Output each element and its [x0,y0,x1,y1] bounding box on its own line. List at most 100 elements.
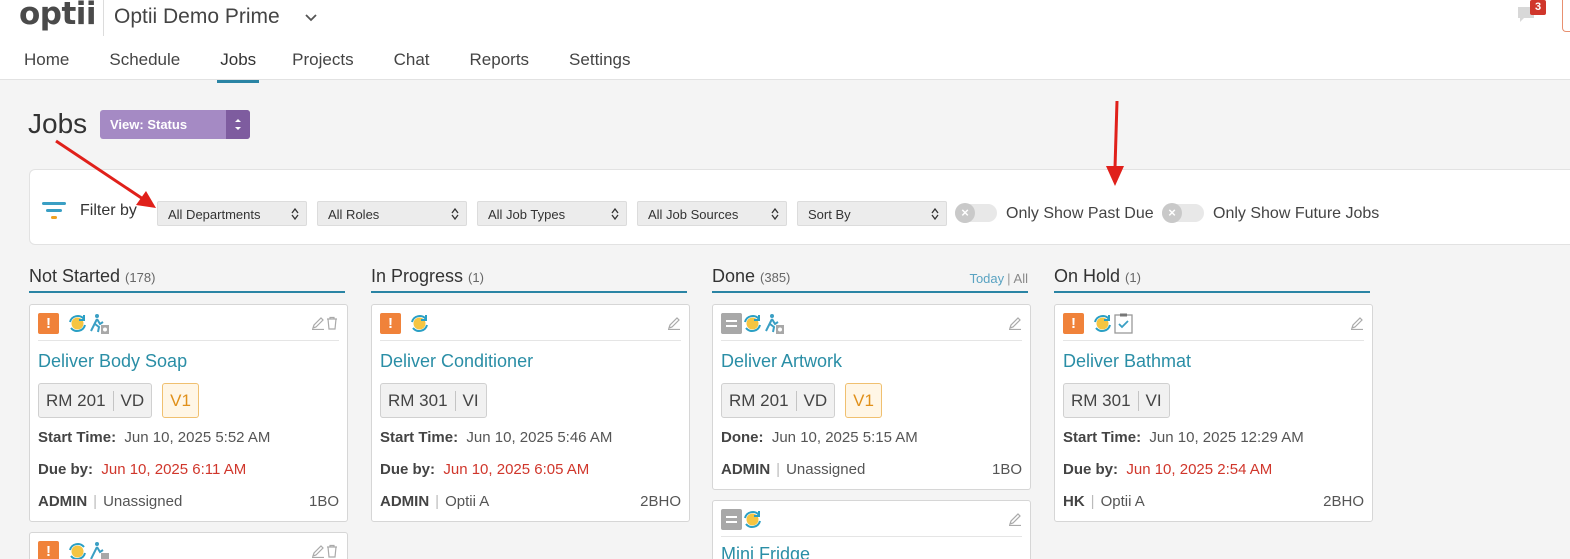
filter-bar: Filter by All Departments All Roles All … [29,169,1570,245]
job-types-select[interactable]: All Job Types [477,201,627,226]
past-due-toggle[interactable]: × [955,203,997,223]
card-divider [38,340,339,341]
card-divider [1063,340,1364,341]
roles-select[interactable]: All Roles [317,201,467,226]
all-link[interactable]: All [1014,271,1028,286]
nav-schedule[interactable]: Schedule [109,50,180,76]
select-arrows-icon [235,119,241,130]
room-chip: RM 201 VD [721,383,836,418]
start-time-label: Start Time: [1063,429,1142,446]
future-jobs-toggle[interactable]: × [1162,203,1204,223]
select-arrows-icon [931,208,939,220]
nav-home[interactable]: Home [24,50,69,76]
view-select[interactable]: View: Status [100,110,250,139]
room-status: VI [462,390,479,410]
chat-notifications[interactable]: 3 [1516,0,1546,24]
room-number: RM 301 [388,390,448,410]
trash-icon[interactable] [325,544,339,558]
card-divider [721,536,1022,537]
column-name: On Hold [1054,266,1121,286]
sort-by-select-value: Sort By [808,207,851,222]
job-card[interactable]: Mini Fridge [712,500,1031,559]
room-status: VI [1145,390,1162,410]
start-time-label: Start Time: [380,429,459,446]
recurring-icon [744,315,761,332]
start-time-row: Start Time: Jun 10, 2025 5:46 AM [380,429,612,446]
done-range-links: Today | All [969,271,1028,286]
today-link[interactable]: Today [969,271,1004,286]
job-card[interactable]: ! [29,532,348,559]
trash-icon[interactable] [325,316,339,330]
column-name: Not Started [29,266,121,286]
select-arrows-icon [291,208,299,220]
property-name[interactable]: Optii Demo Prime [114,5,280,29]
room-status: VD [120,390,145,410]
job-title[interactable]: Deliver Conditioner [380,351,533,372]
column-header-done: Done (385) Today | All [712,266,1028,293]
job-chips: RM 301 VI [380,383,487,418]
due-value: Jun 10, 2025 6:05 AM [443,461,590,478]
logo-divider [103,0,104,36]
edit-icon[interactable] [311,316,325,330]
optii-logo[interactable]: optii [19,0,97,32]
edit-icon[interactable] [1350,316,1364,330]
job-card[interactable]: ! Deliver Conditioner RM 301 VI Start Tim… [371,304,690,522]
job-chips: RM 201 VD V1 [721,383,882,418]
column-header-on-hold: On Hold (1) [1054,266,1370,293]
column-name: Done [712,266,756,286]
start-time-value: Jun 10, 2025 5:46 AM [466,429,613,446]
due-row: Due by: Jun 10, 2025 6:11 AM [38,461,246,478]
start-time-row: Start Time: Jun 10, 2025 5:52 AM [38,429,270,446]
room-number: RM 201 [729,390,789,410]
chevron-down-icon[interactable] [303,10,319,26]
job-title[interactable]: Deliver Body Soap [38,351,187,372]
vip-chip: V1 [162,383,199,418]
nav-chat[interactable]: Chat [394,50,430,76]
priority-high-icon: ! [38,541,59,559]
assignee: Unassigned [103,493,183,510]
edit-icon[interactable] [667,316,681,330]
job-code: 1BO [991,461,1022,478]
nav-projects[interactable]: Projects [292,50,353,76]
job-code: 2BHO [1323,493,1364,510]
room-chip: RM 301 VI [380,383,487,418]
select-arrows-icon [611,208,619,220]
runner-icon [90,314,109,334]
room-chip: RM 301 VI [1063,383,1170,418]
job-title[interactable]: Mini Fridge [721,544,810,559]
column-count: (385) [760,270,791,285]
edit-icon[interactable] [311,544,325,558]
done-time-row: Done: Jun 10, 2025 5:15 AM [721,429,918,446]
checklist-icon [1114,313,1133,334]
job-title[interactable]: Deliver Artwork [721,351,842,372]
runner-icon [765,314,784,334]
main-nav: Home Schedule Jobs Projects Chat Reports… [24,50,630,83]
card-footer: ADMIN | Unassigned 1BO [38,493,339,510]
user-menu-edge[interactable] [1562,0,1570,32]
page-title: Jobs [28,108,88,139]
job-chips: RM 301 VI [1063,383,1170,418]
job-sources-select[interactable]: All Job Sources [637,201,787,226]
room-number: RM 201 [46,390,106,410]
departments-select[interactable]: All Departments [157,201,307,226]
nav-settings[interactable]: Settings [569,50,630,76]
view-select-label: View: Status [110,117,188,132]
priority-high-icon: ! [1063,313,1084,334]
due-label: Due by: [1063,461,1119,478]
top-bar: optii Optii Demo Prime Home Schedule Job… [0,0,1570,83]
sort-by-select[interactable]: Sort By [797,201,947,226]
future-jobs-label: Only Show Future Jobs [1213,205,1380,222]
edit-icon[interactable] [1008,316,1022,330]
column-header-in-progress: In Progress (1) [371,266,687,293]
job-card[interactable]: ! Deliver Bathmat RM 301 VI Start Time: J… [1054,304,1373,522]
filter-icon [42,202,66,219]
nav-reports[interactable]: Reports [470,50,530,76]
nav-jobs[interactable]: Jobs [217,50,260,83]
job-card[interactable]: ! Deliver Body Soap RM 201 VD V1 Start Ti… [29,304,348,522]
edit-icon[interactable] [1008,512,1022,526]
notification-badge: 3 [1530,0,1546,15]
room-chip: RM 201 VD [38,383,153,418]
job-title[interactable]: Deliver Bathmat [1063,351,1191,372]
due-row: Due by: Jun 10, 2025 6:05 AM [380,461,589,478]
job-card[interactable]: Deliver Artwork RM 201 VD V1 Done: Jun 10… [712,304,1031,490]
